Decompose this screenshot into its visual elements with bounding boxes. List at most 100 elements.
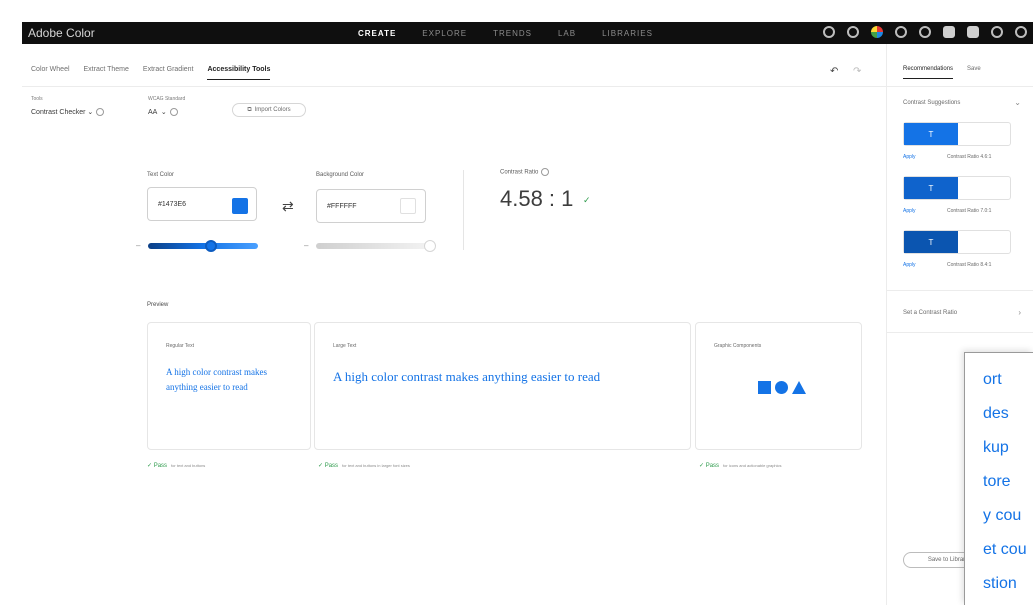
tab-recommendations[interactable]: Recommendations	[903, 66, 954, 79]
chevron-down-icon[interactable]: ⌄	[1014, 98, 1021, 107]
large-text-sample: A high color contrast makes anything eas…	[333, 369, 601, 384]
overlay-item[interactable]: stion	[983, 575, 1017, 593]
decrease-icon[interactable]: –	[136, 241, 140, 250]
apply-button[interactable]: Apply	[903, 262, 916, 268]
redo-icon[interactable]: ↷	[853, 66, 861, 77]
suggestion-ratio: Contrast Ratio 8.4:1	[947, 262, 992, 268]
top-nav: CREATE EXPLORE TRENDS LAB LIBRARIES	[358, 29, 653, 38]
bg-color-slider-handle[interactable]	[424, 240, 436, 252]
avatar[interactable]	[967, 26, 979, 38]
overlay-item[interactable]: tore	[983, 473, 1011, 491]
info-icon[interactable]	[96, 108, 105, 117]
pass-label: Pass	[324, 463, 339, 469]
bg-color-swatch[interactable]	[400, 198, 416, 214]
suggestion-swatch[interactable]: T	[903, 230, 1011, 254]
suggestion-swatch[interactable]: T	[903, 176, 1011, 200]
search-icon[interactable]	[823, 26, 835, 38]
large-text-label: Large Text	[333, 343, 357, 349]
apps-grid-icon[interactable]	[991, 26, 1003, 38]
graphic-components-label: Graphic Components	[714, 343, 762, 349]
settings-icon[interactable]	[919, 26, 931, 38]
regular-text-card: Regular Text A high color contrast makes…	[147, 322, 311, 450]
suggestion-color: T	[904, 231, 958, 253]
divider	[887, 86, 1033, 87]
wcag-label: WCAG Standard	[148, 96, 186, 102]
tools-label: Tools	[31, 96, 43, 102]
contrast-ratio-value: 4.58 : 1	[500, 186, 574, 211]
regular-text-sample: A high color contrast makes anything eas…	[166, 367, 267, 392]
pass-regular: ✓ Pass for text and buttons	[147, 463, 206, 469]
overlay-item[interactable]: y cou	[983, 507, 1021, 525]
tab-extract-theme[interactable]: Extract Theme	[84, 66, 129, 80]
text-color-slider-handle[interactable]	[205, 240, 217, 252]
chat-icon[interactable]	[943, 26, 955, 38]
apply-button[interactable]: Apply	[903, 208, 916, 214]
nav-lab[interactable]: LAB	[558, 29, 576, 38]
set-contrast-ratio-heading[interactable]: Set a Contrast Ratio	[903, 310, 957, 316]
bg-color-slider[interactable]	[316, 243, 434, 249]
suggestion-ratio: Contrast Ratio 4.6:1	[947, 154, 992, 160]
divider	[887, 332, 1033, 333]
preview-title: Preview	[147, 302, 169, 308]
color-wheel-icon[interactable]	[871, 26, 883, 38]
suggestion-ratio: Contrast Ratio 7.0:1	[947, 208, 992, 214]
tab-color-wheel[interactable]: Color Wheel	[31, 66, 70, 80]
graphic-components-card: Graphic Components	[695, 322, 862, 450]
tab-save[interactable]: Save	[967, 66, 981, 79]
text-color-swatch[interactable]	[232, 198, 248, 214]
contrast-ratio-label-text: Contrast Ratio	[500, 169, 539, 176]
nav-trends[interactable]: TRENDS	[493, 29, 532, 38]
wcag-dropdown[interactable]: AA ⌄	[148, 108, 178, 117]
overlay-item[interactable]: et cou	[983, 541, 1027, 559]
bg-color-label: Background Color	[316, 172, 365, 178]
info-icon[interactable]	[169, 108, 178, 117]
suggestion-color: T	[904, 177, 958, 199]
contrast-ratio-label: Contrast Ratio	[500, 168, 550, 176]
pass-graphic: ✓ Pass for icons and actionable graphics	[699, 463, 782, 469]
check-icon: ✓	[583, 195, 591, 205]
pass-label: Pass	[153, 463, 168, 469]
help-icon[interactable]	[895, 26, 907, 38]
overlay-menu: ort des kup tore y cou et cou stion	[964, 352, 1033, 605]
import-icon: ⧉	[247, 106, 252, 113]
tab-extract-gradient[interactable]: Extract Gradient	[143, 66, 194, 80]
undo-icon[interactable]: ↶	[830, 66, 838, 77]
app-title[interactable]: Adobe Color	[28, 26, 328, 40]
nav-explore[interactable]: EXPLORE	[422, 29, 467, 38]
overlay-item[interactable]: ort	[983, 371, 1002, 389]
info-icon[interactable]	[541, 168, 550, 176]
text-color-slider[interactable]	[148, 243, 258, 249]
contrast-suggestions-heading[interactable]: Contrast Suggestions	[903, 100, 960, 106]
decrease-icon[interactable]: –	[304, 241, 308, 250]
nav-libraries[interactable]: LIBRARIES	[602, 29, 653, 38]
right-panel-tabs: Recommendations Save	[903, 66, 981, 79]
menu-icon[interactable]	[1015, 26, 1027, 38]
tools-dropdown[interactable]: Contrast Checker ⌄	[31, 108, 105, 117]
top-icons	[823, 26, 1027, 38]
divider	[22, 86, 886, 87]
tab-accessibility-tools[interactable]: Accessibility Tools	[207, 66, 271, 80]
pass-graphic-desc: for icons and actionable graphics	[723, 463, 782, 468]
large-text-card: Large Text A high color contrast makes a…	[314, 322, 691, 450]
overlay-item[interactable]: des	[983, 405, 1009, 423]
top-nav-bar: Adobe Color CREATE EXPLORE TRENDS LAB LI…	[22, 22, 1033, 44]
text-color-label: Text Color	[147, 172, 175, 178]
import-colors-label: Import Colors	[254, 107, 291, 113]
notifications-icon[interactable]	[847, 26, 859, 38]
tools-dropdown-value: Contrast Checker	[31, 109, 86, 116]
pass-regular-desc: for text and buttons	[171, 463, 206, 468]
bg-color-hex: #FFFFFF	[327, 202, 357, 210]
overlay-item[interactable]: kup	[983, 439, 1009, 457]
nav-create[interactable]: CREATE	[358, 29, 396, 38]
swap-icon[interactable]: ⇄	[282, 198, 294, 215]
divider	[463, 170, 464, 250]
triangle-icon	[792, 381, 806, 394]
suggestion-swatch[interactable]: T	[903, 122, 1011, 146]
apply-button[interactable]: Apply	[903, 154, 916, 160]
graphic-shapes	[758, 381, 806, 394]
import-colors-button[interactable]: ⧉ Import Colors	[232, 103, 306, 117]
pass-label: Pass	[705, 463, 720, 469]
chevron-right-icon[interactable]: ›	[1018, 308, 1021, 317]
divider	[887, 290, 1033, 291]
mode-tabs: Color Wheel Extract Theme Extract Gradie…	[31, 66, 271, 80]
